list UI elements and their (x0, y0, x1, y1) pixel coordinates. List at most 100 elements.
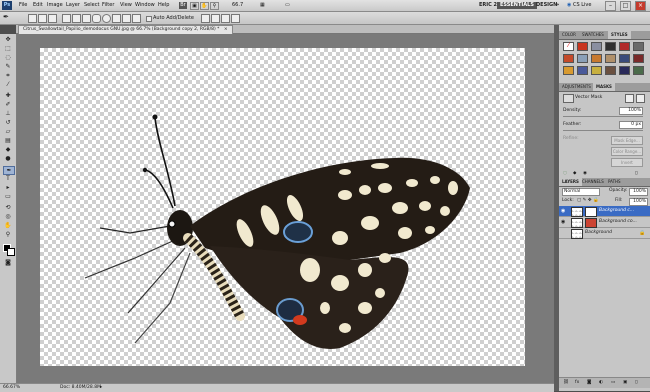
clone-stamp-icon[interactable]: ⊥ (3, 110, 13, 117)
density-field[interactable]: 100% (619, 107, 643, 115)
bridge-icon[interactable]: Br (179, 2, 187, 9)
layer-name[interactable]: Background co... (599, 217, 647, 227)
history-brush-icon[interactable]: ↺ (3, 119, 13, 126)
3d-orbit-icon[interactable]: ◎ (3, 213, 13, 220)
tab-color[interactable]: COLOR (559, 31, 579, 39)
menu-image[interactable]: Image (47, 0, 63, 11)
canvas-area[interactable] (17, 34, 554, 383)
new-layer-icon[interactable]: ▣ (623, 379, 627, 386)
delete-mask-icon[interactable]: ▯ (635, 170, 637, 177)
rounded-rectangle-icon[interactable] (92, 14, 101, 23)
zoom-level[interactable]: 66.7 (232, 0, 243, 11)
tab-adjustments[interactable]: ADJUSTMENTS (559, 83, 594, 91)
feather-slider[interactable] (563, 130, 643, 131)
shape-icon[interactable]: ▭ (3, 193, 13, 200)
menu-window[interactable]: Window (135, 0, 155, 11)
path-subtract-icon[interactable] (211, 14, 220, 23)
style-swatch[interactable] (563, 54, 574, 63)
adjustment-layer-icon[interactable]: ◐ (599, 379, 603, 386)
tab-masks[interactable]: MASKS (593, 83, 615, 91)
type-icon[interactable]: T (3, 175, 13, 182)
rectangle-icon[interactable] (82, 14, 91, 23)
eye-icon[interactable]: ◉ (561, 219, 567, 225)
pen-tool-icon[interactable]: ✒ (3, 166, 15, 175)
style-swatch[interactable] (619, 54, 630, 63)
arrange-documents-icon[interactable]: ▦ (260, 0, 265, 11)
style-swatch[interactable] (591, 42, 602, 51)
style-none[interactable]: ⁄ (563, 42, 574, 51)
gradient-icon[interactable]: ▤ (3, 137, 13, 144)
auto-add-delete-checkbox[interactable] (146, 16, 152, 22)
workspace-essentials[interactable]: ESSENTIALS (497, 2, 537, 9)
invert-button[interactable]: Invert (611, 158, 643, 167)
fill-field[interactable]: 100% (629, 198, 648, 206)
tab-channels[interactable]: CHANNELS (579, 178, 607, 186)
style-swatch[interactable] (633, 42, 644, 51)
path-add-icon[interactable] (201, 14, 210, 23)
style-swatch[interactable] (577, 42, 588, 51)
fill-pixels-icon[interactable] (48, 14, 57, 23)
add-pixel-mask-icon[interactable] (625, 94, 634, 103)
screen-mode-icon[interactable]: ▭ (285, 0, 290, 11)
hand-icon[interactable]: ✋ (3, 222, 13, 229)
tab-swatches[interactable]: SWATCHES (579, 31, 607, 39)
style-swatch[interactable] (633, 54, 644, 63)
eyedropper-icon[interactable]: ⁄ (3, 81, 13, 88)
add-mask-icon[interactable]: ◙ (587, 379, 591, 386)
link-icon[interactable]: ⛓ (563, 379, 569, 386)
layer-name[interactable]: Background (585, 228, 635, 238)
density-slider[interactable] (563, 116, 643, 117)
apply-mask-icon[interactable]: ◆ (573, 170, 576, 177)
minimize-button[interactable]: – (605, 1, 616, 11)
vector-mask-thumbnail[interactable] (585, 207, 597, 217)
dodge-icon[interactable]: ● (3, 155, 13, 162)
menu-file[interactable]: File (19, 0, 27, 11)
brush-icon[interactable]: ✐ (3, 101, 13, 108)
style-swatch[interactable] (591, 54, 602, 63)
quick-mask-icon[interactable]: ◙ (3, 259, 13, 266)
mini-bridge-icon[interactable]: ▣ (190, 2, 199, 10)
hand-icon[interactable]: ✋ (200, 2, 209, 10)
blend-mode-select[interactable]: Normal (562, 188, 600, 196)
cs-live[interactable]: CS Live (573, 0, 591, 11)
eye-icon[interactable]: ◉ (583, 170, 587, 177)
style-swatch[interactable] (605, 42, 616, 51)
3d-rotate-icon[interactable]: ⟲ (3, 204, 13, 211)
tab-styles[interactable]: STYLES (608, 31, 631, 39)
mask-edge-button[interactable]: Mask Edge... (611, 136, 643, 145)
blur-icon[interactable]: ◆ (3, 146, 13, 153)
group-icon[interactable]: ▭ (611, 379, 615, 386)
ellipse-icon[interactable] (102, 14, 111, 23)
lasso-icon[interactable]: ◌ (3, 54, 13, 61)
menu-filter[interactable]: Filter (102, 0, 114, 11)
eye-icon[interactable]: ◉ (561, 208, 567, 214)
eye-icon[interactable] (561, 230, 567, 236)
trash-icon[interactable]: ▯ (635, 379, 637, 386)
fx-icon[interactable]: fx (575, 379, 579, 386)
document-canvas[interactable] (40, 48, 525, 366)
path-exclude-icon[interactable] (231, 14, 240, 23)
path-select-icon[interactable]: ▸ (3, 184, 13, 191)
layer-row[interactable]: ◉ Background co... (559, 217, 650, 228)
path-intersect-icon[interactable] (221, 14, 230, 23)
cs-live-icon[interactable]: ◉ (567, 0, 571, 11)
healing-brush-icon[interactable]: ✚ (3, 92, 13, 99)
color-range-button[interactable]: Color Range... (611, 147, 643, 156)
add-vector-mask-icon[interactable] (636, 94, 645, 103)
eraser-icon[interactable]: ▱ (3, 128, 13, 135)
paths-icon[interactable] (38, 14, 47, 23)
opacity-field[interactable]: 100% (629, 188, 648, 196)
quick-select-icon[interactable]: ✎ (3, 63, 13, 70)
tab-paths[interactable]: PATHS (605, 178, 624, 186)
style-swatch[interactable] (563, 66, 574, 75)
maximize-button[interactable]: □ (620, 1, 631, 11)
menu-help[interactable]: Help (158, 0, 169, 11)
feather-field[interactable]: 0 px (619, 121, 643, 129)
shape-layers-icon[interactable] (28, 14, 37, 23)
style-swatch[interactable] (633, 66, 644, 75)
close-button[interactable]: × (635, 1, 646, 11)
load-selection-icon[interactable]: ◌ (563, 170, 567, 177)
lock-icon[interactable]: ▢ ✎ ✥ 🔒 (577, 197, 599, 204)
layer-mask-thumbnail[interactable] (585, 218, 597, 228)
marquee-icon[interactable]: ⬚ (3, 45, 13, 52)
